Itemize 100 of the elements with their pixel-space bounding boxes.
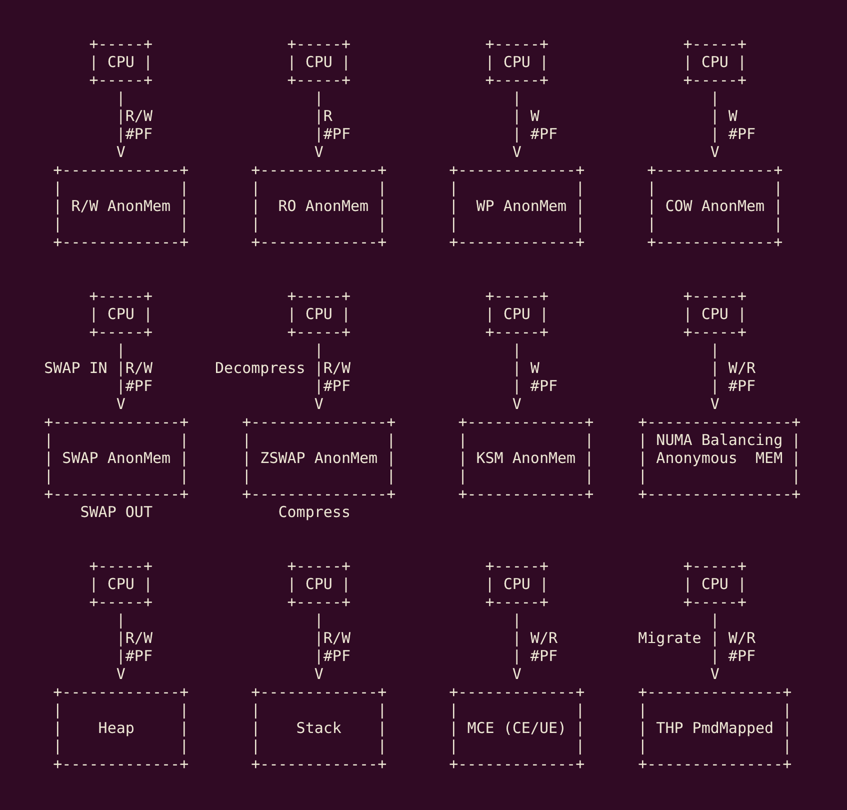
ascii-art-line: +----------------+	[638, 413, 801, 431]
ascii-art-line: | W/R	[710, 359, 756, 377]
ascii-art-line: |R	[314, 107, 332, 125]
ascii-art-line: +-------------+	[251, 755, 387, 773]
ascii-art-line: |	[116, 89, 126, 107]
ascii-art-line: Decompress |R/W	[215, 359, 350, 377]
ascii-art-line: +-------------+	[647, 161, 783, 179]
ascii-art-line: | THP PmdMapped |	[638, 719, 792, 737]
ascii-art-line: |#PF	[314, 647, 350, 665]
ascii-art-line: |	[512, 611, 522, 629]
ascii-art-line: +-----+	[287, 323, 350, 341]
ascii-art-line: +-------------+	[251, 161, 387, 179]
ascii-art-line: | CPU |	[683, 53, 746, 71]
ascii-art-line: | |	[53, 179, 189, 197]
ascii-art-line: |	[710, 611, 720, 629]
ascii-art-line: | #PF	[512, 125, 558, 143]
ascii-art-line: | |	[638, 467, 801, 485]
ascii-art-line: | |	[242, 431, 396, 449]
ascii-art-line: +-------------+	[449, 755, 585, 773]
ascii-art-line: Migrate | W/R	[638, 629, 756, 647]
ascii-art-line: +-----+	[683, 287, 746, 305]
ascii-art-line: | |	[53, 737, 189, 755]
ascii-art-line: +-----+	[683, 557, 746, 575]
ascii-art-line: +-----+	[485, 287, 548, 305]
ascii-art-line: | CPU |	[485, 575, 548, 593]
ascii-art-line: V	[314, 395, 324, 413]
ascii-art-line: | |	[251, 701, 387, 719]
ascii-art-line: |#PF	[314, 377, 350, 395]
ascii-art-line: | |	[449, 215, 585, 233]
ascii-art-line: +-------------+	[458, 413, 594, 431]
ascii-art-line: +-------------+	[458, 485, 594, 503]
ascii-art-line: +-----+	[485, 71, 548, 89]
ascii-art-line: V	[512, 665, 522, 683]
ascii-art-line: V	[116, 665, 126, 683]
ascii-art-line: +--------------+	[44, 413, 189, 431]
ascii-art-line: | NUMA Balancing |	[638, 431, 801, 449]
ascii-art-line: V	[116, 143, 126, 161]
ascii-art-line: V	[314, 665, 324, 683]
ascii-art-line: | |	[458, 431, 594, 449]
ascii-art-line: |	[512, 341, 522, 359]
ascii-art-line: | CPU |	[287, 305, 350, 323]
ascii-art-line: +-----+	[287, 593, 350, 611]
ascii-art-line: | |	[449, 179, 585, 197]
ascii-art-line: +----------------+	[638, 485, 801, 503]
ascii-art-line: | |	[647, 179, 783, 197]
ascii-art-line: +-----+	[485, 323, 548, 341]
ascii-art-line: V	[314, 143, 324, 161]
ascii-art-line: | |	[458, 467, 594, 485]
ascii-art-line: +-----+	[485, 593, 548, 611]
ascii-art-line: | |	[647, 215, 783, 233]
ascii-art-line: |	[116, 341, 126, 359]
ascii-art-line: |#PF	[116, 647, 152, 665]
ascii-art-line: |#PF	[314, 125, 350, 143]
ascii-art-line: | |	[251, 215, 387, 233]
ascii-art-line: +---------------+	[242, 413, 396, 431]
ascii-art-line: V	[512, 395, 522, 413]
ascii-art-line: +-----+	[683, 71, 746, 89]
ascii-art-line: | KSM AnonMem |	[458, 449, 594, 467]
ascii-art-line: V	[710, 395, 720, 413]
ascii-art-line: |#PF	[116, 377, 152, 395]
ascii-art-line: |	[116, 611, 126, 629]
ascii-art-line: | RO AnonMem |	[251, 197, 387, 215]
ascii-art-line: | |	[53, 215, 189, 233]
ascii-art-line: V	[710, 665, 720, 683]
ascii-art-line: | WP AnonMem |	[449, 197, 585, 215]
ascii-art-line: |	[314, 89, 324, 107]
ascii-art-line: | |	[242, 467, 396, 485]
ascii-art-line: +-----+	[683, 593, 746, 611]
ascii-art-line: Compress	[278, 503, 350, 521]
ascii-art-line: +-----+	[485, 35, 548, 53]
ascii-art-line: +-------------+	[449, 233, 585, 251]
ascii-art-line: |R/W	[314, 629, 350, 647]
ascii-art-line: +---------------+	[638, 683, 792, 701]
ascii-art-line: |	[710, 89, 720, 107]
ascii-art-line: | CPU |	[485, 305, 548, 323]
ascii-art-line: +-------------+	[53, 683, 189, 701]
ascii-art-line: +-----+	[89, 557, 152, 575]
ascii-art-line: | W	[512, 359, 540, 377]
ascii-art-line: +-------------+	[647, 233, 783, 251]
ascii-art-line: +-----+	[89, 35, 152, 53]
ascii-art-line: | |	[449, 701, 585, 719]
ascii-art-line: | |	[44, 467, 189, 485]
ascii-art-line: +-----+	[89, 71, 152, 89]
ascii-art-line: |	[314, 611, 324, 629]
ascii-art-line: |	[512, 89, 522, 107]
ascii-art-line: +---------------+	[242, 485, 396, 503]
ascii-art-line: |R/W	[116, 107, 152, 125]
ascii-art-line: +-----+	[89, 593, 152, 611]
ascii-art-line: | W	[710, 107, 738, 125]
ascii-art-line: | |	[638, 737, 792, 755]
ascii-art-line: +-----+	[683, 323, 746, 341]
ascii-art-line: V	[710, 143, 720, 161]
ascii-art-line: | |	[53, 701, 189, 719]
ascii-art-line: SWAP OUT	[80, 503, 152, 521]
ascii-art-line: +-------------+	[53, 161, 189, 179]
ascii-art-line: | |	[251, 179, 387, 197]
ascii-art-line: | CPU |	[89, 53, 152, 71]
ascii-art-line: | #PF	[512, 647, 558, 665]
ascii-art-line: | ZSWAP AnonMem |	[242, 449, 396, 467]
ascii-art-line: | |	[638, 701, 792, 719]
